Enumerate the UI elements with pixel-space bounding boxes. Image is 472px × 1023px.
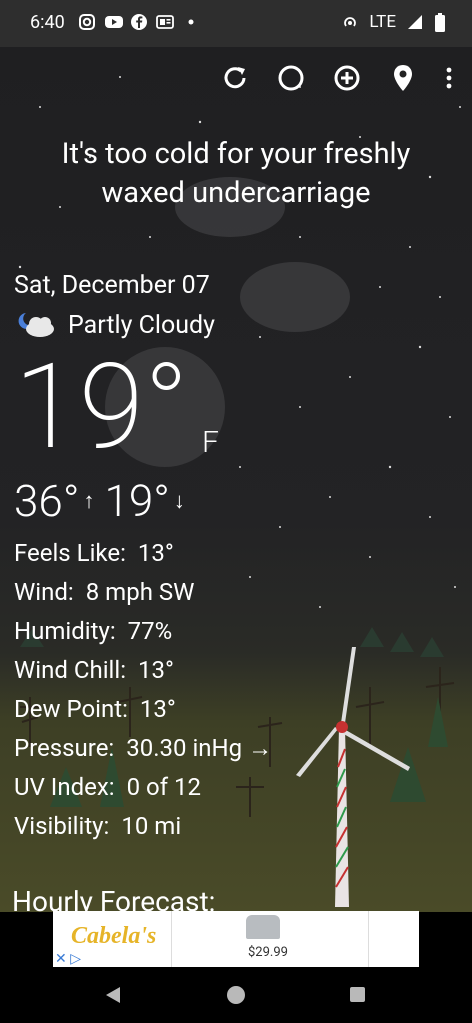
detail-uv-index: UV Index: 0 of 12 bbox=[14, 773, 201, 801]
recents-icon[interactable] bbox=[350, 987, 365, 1002]
navigation-bar bbox=[0, 969, 472, 1023]
news-icon bbox=[156, 13, 174, 31]
high-temp: 36° bbox=[14, 475, 80, 527]
location-icon bbox=[394, 65, 412, 91]
ad-banner[interactable]: Cabela's ✕ ▷ $29.99 bbox=[53, 911, 419, 967]
ad-brand-logo[interactable]: Cabela's bbox=[71, 923, 156, 950]
dot-icon bbox=[182, 13, 200, 31]
add-icon bbox=[334, 65, 360, 91]
back-icon[interactable] bbox=[104, 986, 122, 1004]
status-time: 6:40 bbox=[30, 12, 65, 33]
notification-icons bbox=[78, 13, 200, 31]
detail-dew-point: Dew Point: 13° bbox=[14, 695, 176, 723]
location-button[interactable] bbox=[386, 61, 420, 95]
condition-row: Partly Cloudy bbox=[14, 310, 215, 340]
hourly-forecast-title: Hourly Forecast: bbox=[12, 885, 216, 912]
ad-choices-icon[interactable]: ✕ ▷ bbox=[55, 951, 81, 967]
refresh-icon bbox=[224, 67, 246, 89]
ad-product-image[interactable] bbox=[246, 915, 280, 939]
detail-wind-chill: Wind Chill: 13° bbox=[14, 656, 174, 684]
ad-divider bbox=[368, 911, 369, 967]
high-low: 36° ↑ 19° ↓ bbox=[14, 475, 195, 527]
temperature-unit: F bbox=[202, 425, 219, 460]
weather-message: It's too cold for your freshly waxed und… bbox=[61, 137, 411, 210]
home-icon[interactable] bbox=[227, 986, 245, 1004]
add-location-button[interactable] bbox=[330, 61, 364, 95]
detail-pressure: Pressure: 30.30 inHg → bbox=[14, 734, 273, 762]
condition-label: Partly Cloudy bbox=[68, 310, 215, 340]
weather-details: Feels Like: 13° Wind: 8 mph SW Humidity: 77… bbox=[14, 534, 272, 846]
ad-divider bbox=[171, 911, 172, 967]
toolbar bbox=[218, 61, 456, 95]
status-right: LTE bbox=[341, 12, 452, 32]
detail-visibility: Visibility: 10 mi bbox=[14, 812, 182, 840]
signal-icon bbox=[406, 13, 424, 31]
network-type: LTE bbox=[369, 12, 396, 32]
current-temperature: 19° bbox=[14, 338, 189, 476]
overflow-menu-icon bbox=[446, 67, 452, 89]
detail-feels-like: Feels Like: 13° bbox=[14, 539, 174, 567]
overflow-menu-button[interactable] bbox=[442, 61, 456, 95]
wind-turbine bbox=[296, 647, 410, 907]
low-temp: 19° bbox=[104, 475, 170, 527]
up-arrow-icon: ↑ bbox=[83, 489, 95, 514]
ad-price[interactable]: $29.99 bbox=[248, 945, 288, 960]
instagram-icon bbox=[78, 13, 96, 31]
weather-scene: It's too cold for your freshly waxed und… bbox=[0, 47, 472, 912]
date-label: Sat, December 07 bbox=[14, 271, 210, 300]
refresh-button[interactable] bbox=[218, 61, 252, 95]
down-arrow-icon: ↓ bbox=[173, 489, 185, 514]
moon-button[interactable] bbox=[274, 61, 308, 95]
partly-cloudy-night-icon bbox=[18, 313, 54, 337]
detail-humidity: Humidity: 77% bbox=[14, 617, 173, 645]
status-bar: 6:40 LTE bbox=[0, 0, 472, 47]
moon-icon bbox=[278, 65, 304, 91]
facebook-icon bbox=[130, 13, 148, 31]
detail-wind: Wind: 8 mph SW bbox=[14, 578, 195, 606]
battery-icon bbox=[434, 13, 452, 32]
youtube-icon bbox=[104, 13, 123, 31]
hotspot-icon bbox=[341, 13, 359, 31]
